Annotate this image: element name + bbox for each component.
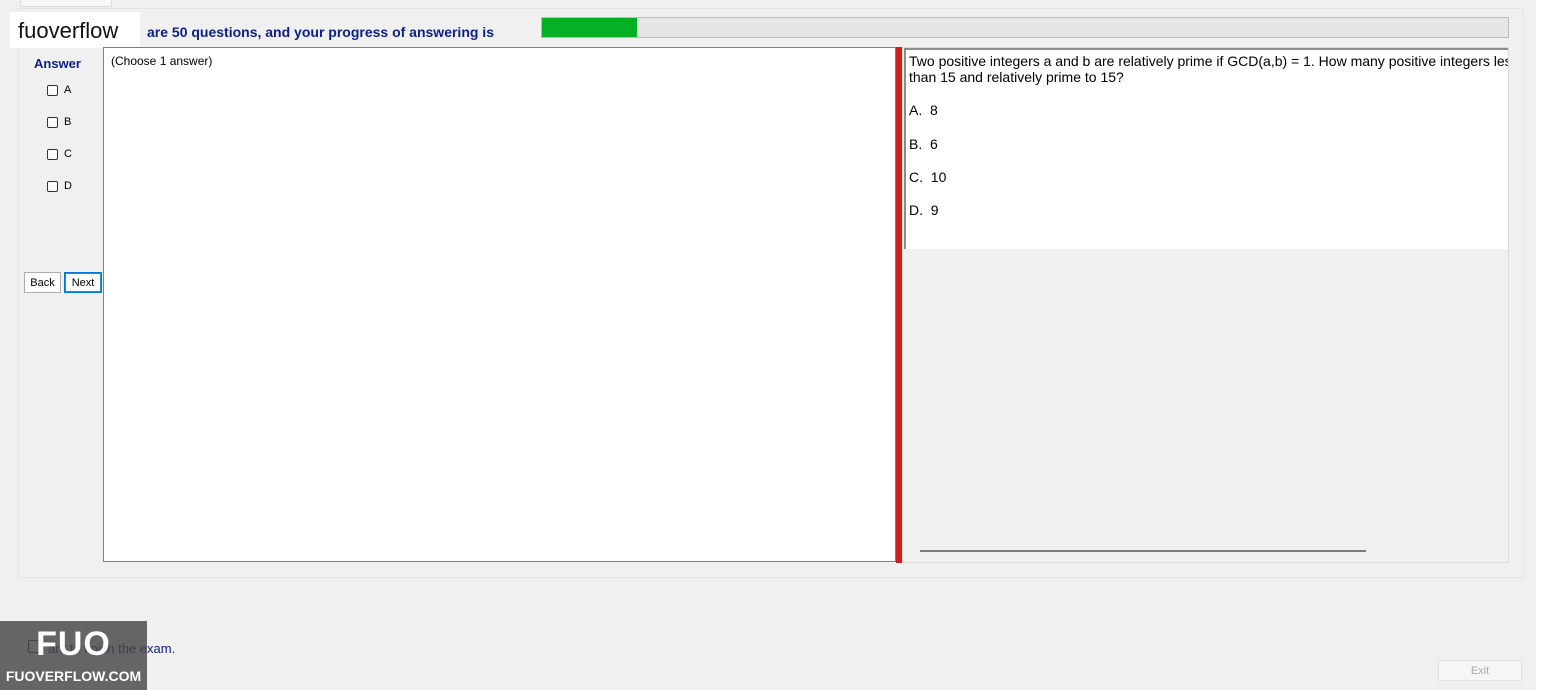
next-button[interactable]: Next [64,272,102,293]
brand-label: fuoverflow [10,12,140,48]
watermark-logo: FUO FUOVERFLOW.COM [0,621,147,690]
answer-title: Answer [34,56,81,71]
answer-option-label: A [64,84,72,96]
checkbox-d[interactable] [47,180,58,192]
checkbox-b[interactable] [47,116,58,128]
answer-option-a[interactable]: A [47,82,71,98]
question-option-a: A. 8 [909,102,938,118]
progress-text: are 50 questions, and your progress of a… [147,24,494,40]
answer-option-label: C [64,148,72,160]
answer-panel: (Choose 1 answer) [103,47,896,562]
checkbox-a[interactable] [47,84,58,96]
logo-text: FUO [36,625,111,663]
logo-subtext: FUOVERFLOW.COM [5,668,142,684]
question-option-d: D. 9 [909,202,939,218]
question-panel: Two positive integers a and b are relati… [904,48,1508,249]
horizontal-scrollbar[interactable] [920,550,1366,552]
top-tab [20,0,112,7]
progress-fill [542,18,637,37]
answer-option-d[interactable]: D [47,178,72,194]
answer-option-b[interactable]: B [47,114,71,130]
window-edge [1536,0,1542,690]
exit-button[interactable]: Exit [1438,660,1522,681]
question-option-c: C. 10 [909,169,947,185]
progress-bar [541,17,1509,38]
answer-option-label: D [64,180,72,192]
answer-option-c[interactable]: C [47,146,72,162]
back-button[interactable]: Back [24,272,61,293]
choose-hint: (Choose 1 answer) [111,54,213,68]
checkbox-c[interactable] [47,148,58,160]
answer-option-label: B [64,116,72,128]
question-text: Two positive integers a and b are relati… [909,53,1508,85]
question-option-b: B. 6 [909,136,938,152]
